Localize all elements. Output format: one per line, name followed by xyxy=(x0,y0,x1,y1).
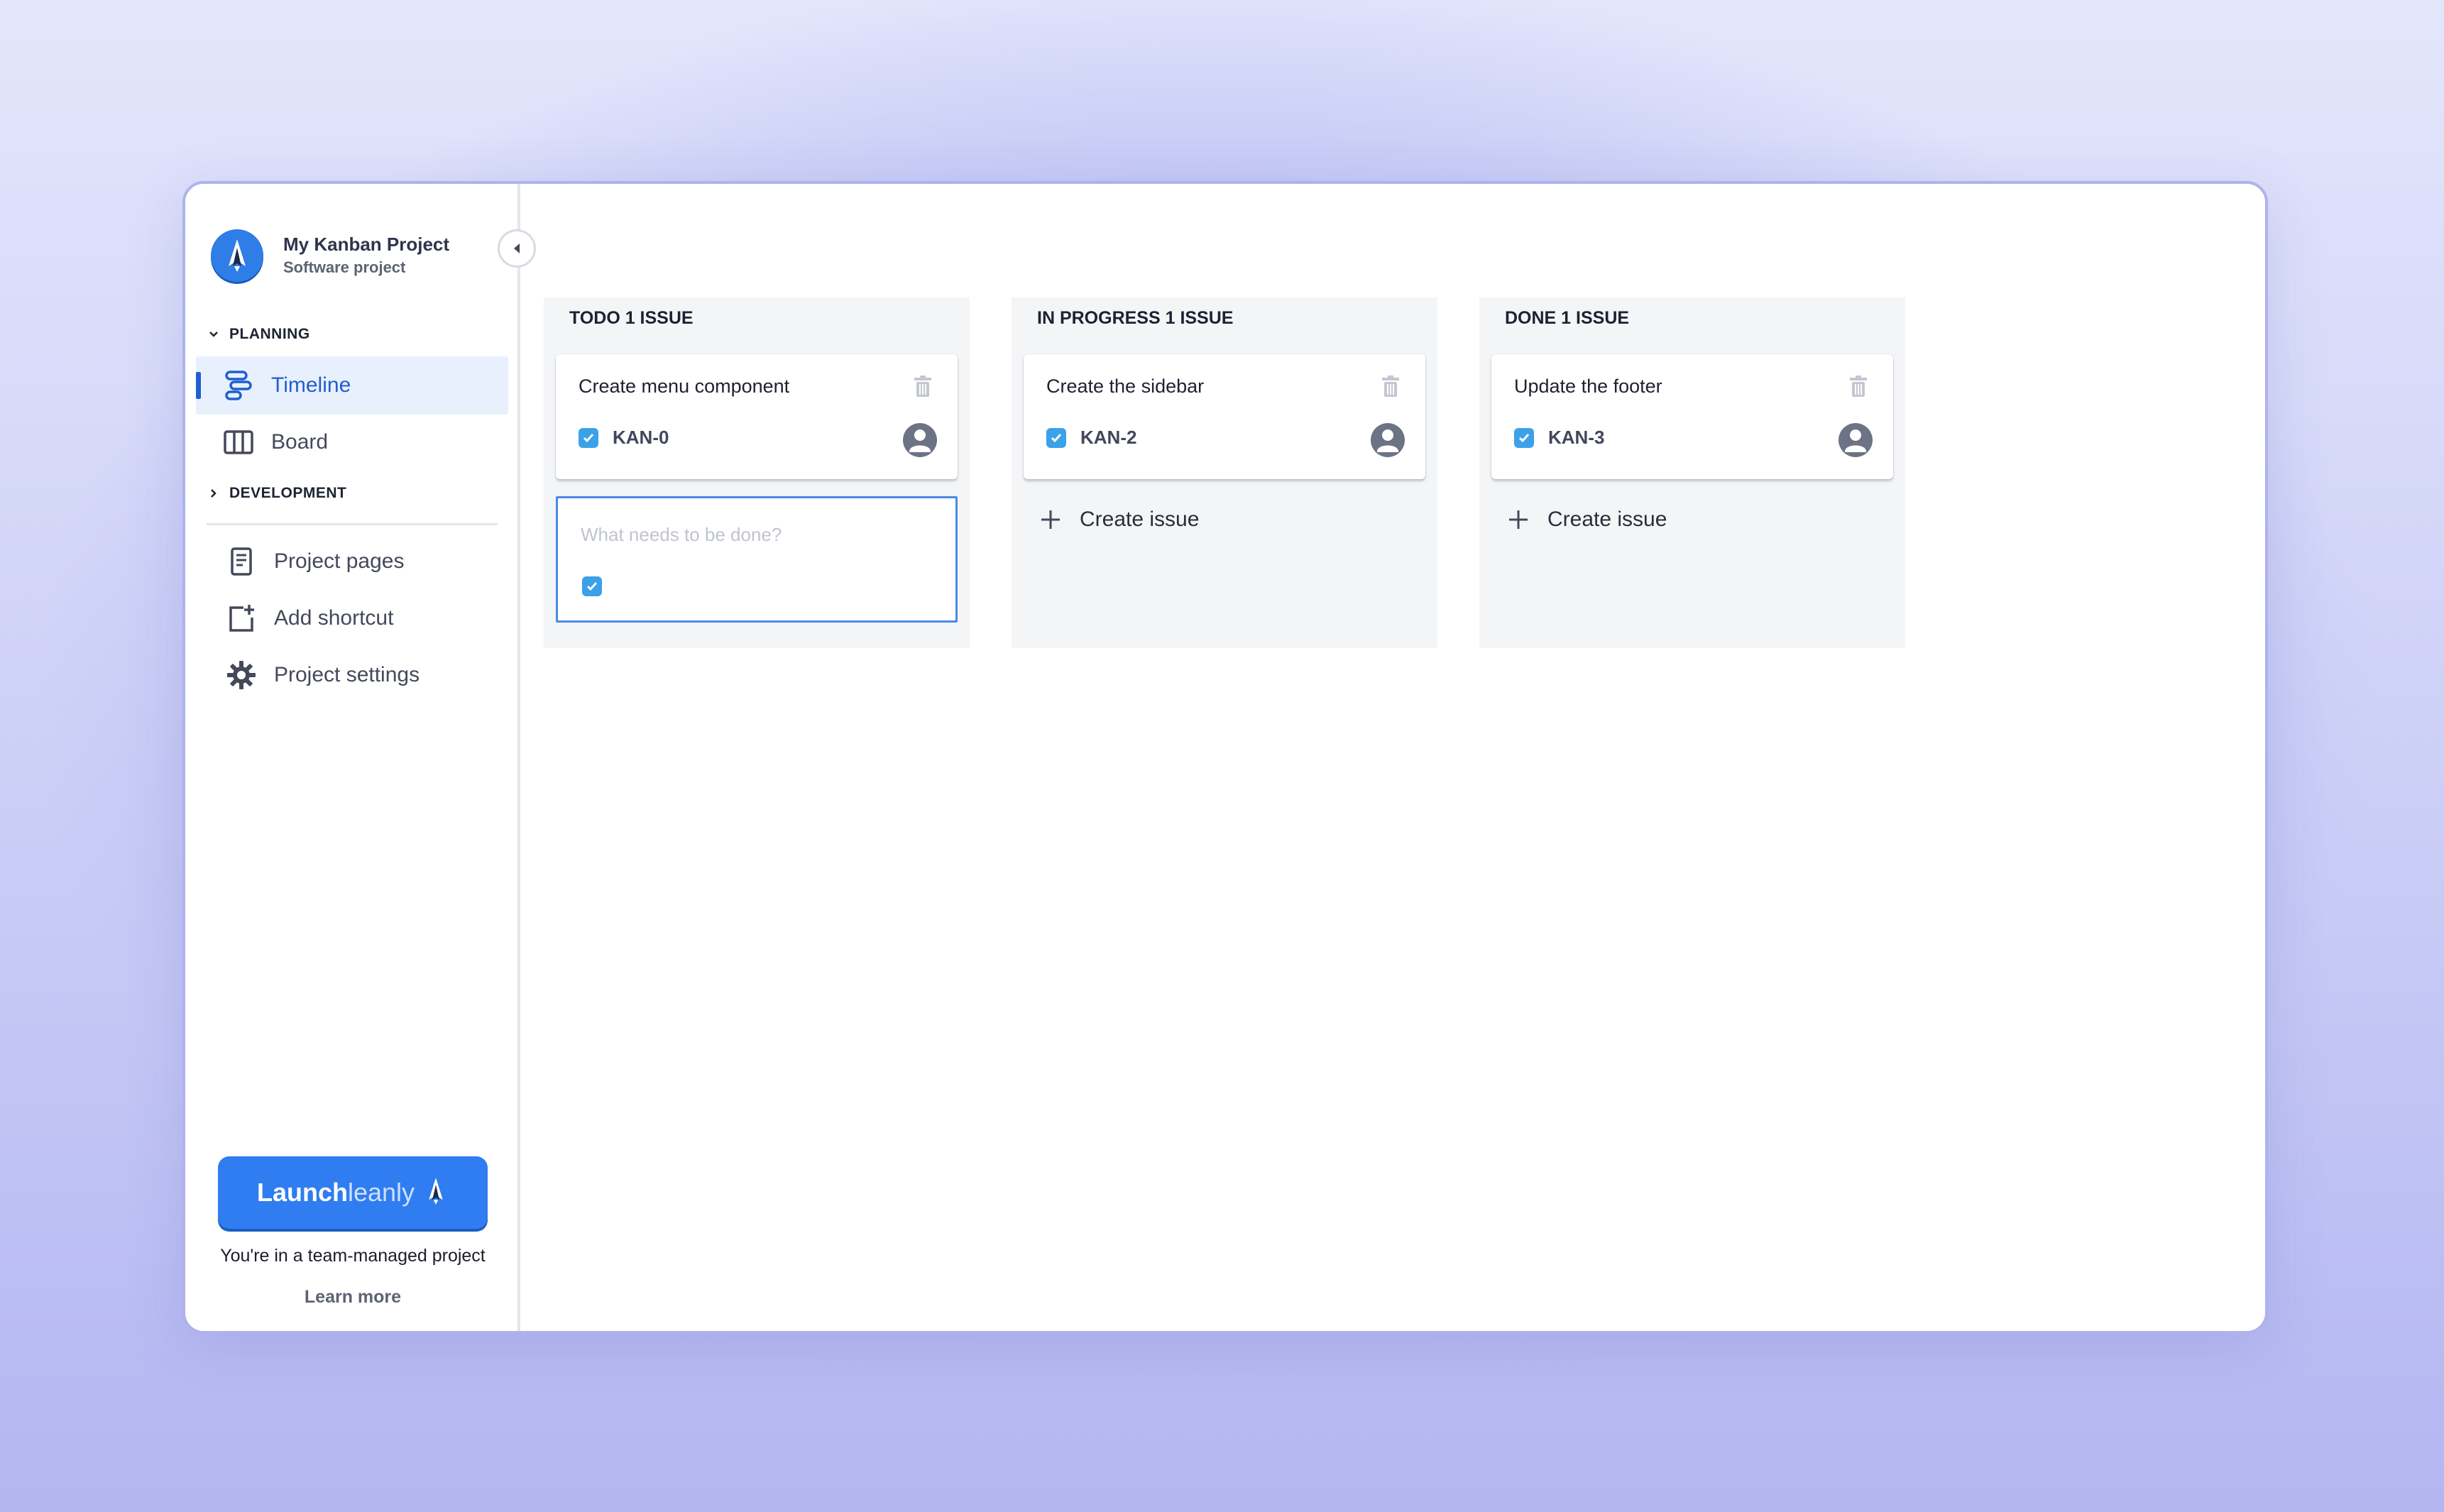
create-issue-input[interactable]: What needs to be done? xyxy=(556,496,958,623)
trash-icon[interactable] xyxy=(1381,376,1400,400)
issue-card[interactable]: Update the footer KAN-3 xyxy=(1491,354,1893,479)
trash-icon[interactable] xyxy=(1849,376,1868,400)
column-title: IN PROGRESS 1 ISSUE xyxy=(1037,308,1234,328)
sidebar-item-add-shortcut-label: Add shortcut xyxy=(274,606,394,630)
sidebar-divider xyxy=(207,523,498,525)
project-name: My Kanban Project xyxy=(283,233,450,255)
board-column-in-progress: IN PROGRESS 1 ISSUE Create the sidebar K… xyxy=(1012,297,1437,648)
board-column-done: DONE 1 ISSUE Update the footer KAN-3 Cre… xyxy=(1479,297,1905,648)
collapse-sidebar-button[interactable] xyxy=(498,229,536,268)
create-issue-label: Create issue xyxy=(1080,508,1200,531)
sidebar-item-board-label: Board xyxy=(271,430,329,454)
avatar-icon[interactable] xyxy=(1370,422,1405,461)
column-title: TODO 1 ISSUE xyxy=(569,308,694,328)
board-icon xyxy=(221,425,256,459)
chevron-left-icon xyxy=(511,242,522,255)
issue-card[interactable]: Create the sidebar KAN-2 xyxy=(1024,354,1425,479)
plus-icon xyxy=(1508,509,1529,530)
section-development-label: DEVELOPMENT xyxy=(229,485,347,501)
avatar-icon[interactable] xyxy=(902,422,938,461)
project-type: Software project xyxy=(283,258,406,276)
sidebar-item-add-shortcut[interactable]: Add shortcut xyxy=(196,589,508,647)
create-issue-button[interactable]: Create issue xyxy=(1040,508,1199,532)
issue-key: KAN-3 xyxy=(1548,427,1605,448)
plus-icon xyxy=(1040,509,1061,530)
add-shortcut-icon xyxy=(224,601,258,635)
checkbox-icon xyxy=(579,427,598,448)
checkbox-icon[interactable] xyxy=(582,576,602,596)
create-issue-label: Create issue xyxy=(1547,508,1667,531)
promo-brand-bold: Launch xyxy=(256,1178,348,1207)
project-header[interactable]: My Kanban Project Software project xyxy=(211,229,449,282)
chevron-right-icon xyxy=(207,486,221,500)
issue-title: Create the sidebar xyxy=(1046,376,1205,397)
create-issue-button[interactable]: Create issue xyxy=(1508,508,1667,532)
gear-icon xyxy=(224,658,258,692)
sidebar: My Kanban Project Software project PLANN… xyxy=(185,184,520,1331)
sidebar-item-timeline-label: Timeline xyxy=(271,373,351,397)
sidebar-item-timeline[interactable]: Timeline xyxy=(196,356,508,415)
sidebar-item-project-pages[interactable]: Project pages xyxy=(196,532,508,591)
issue-key: KAN-2 xyxy=(1080,427,1137,448)
issue-title: Create menu component xyxy=(579,376,790,397)
learn-more-link[interactable]: Learn more xyxy=(185,1287,520,1308)
team-managed-message: You're in a team-managed project xyxy=(220,1246,486,1266)
promo-brand-light: leanly xyxy=(347,1178,415,1207)
sidebar-item-project-pages-label: Project pages xyxy=(274,549,405,573)
checkbox-icon xyxy=(1514,427,1534,448)
launchleanly-button[interactable]: Launch leanly xyxy=(218,1156,488,1229)
rocket-icon xyxy=(423,1174,449,1212)
rocket-icon xyxy=(211,229,263,282)
trash-icon[interactable] xyxy=(914,376,932,400)
board-column-todo: TODO 1 ISSUE Create menu component KAN-0… xyxy=(544,297,970,648)
sidebar-item-project-settings-label: Project settings xyxy=(274,663,420,686)
section-planning[interactable]: PLANNING xyxy=(207,326,310,343)
create-issue-placeholder: What needs to be done? xyxy=(581,524,782,545)
chevron-down-icon xyxy=(207,327,221,341)
issue-title: Update the footer xyxy=(1514,376,1662,397)
app-window: My Kanban Project Software project PLANN… xyxy=(182,181,2268,1334)
checkbox-icon xyxy=(1046,427,1066,448)
page-icon xyxy=(224,544,258,579)
column-title: DONE 1 ISSUE xyxy=(1505,308,1630,328)
sidebar-item-board[interactable]: Board xyxy=(196,413,508,471)
avatar-icon[interactable] xyxy=(1838,422,1873,461)
section-development[interactable]: DEVELOPMENT xyxy=(207,485,346,502)
timeline-icon xyxy=(221,368,256,402)
issue-card[interactable]: Create menu component KAN-0 xyxy=(556,354,958,479)
sidebar-item-project-settings[interactable]: Project settings xyxy=(196,646,508,704)
issue-key: KAN-0 xyxy=(613,427,669,448)
section-planning-label: PLANNING xyxy=(229,326,310,342)
